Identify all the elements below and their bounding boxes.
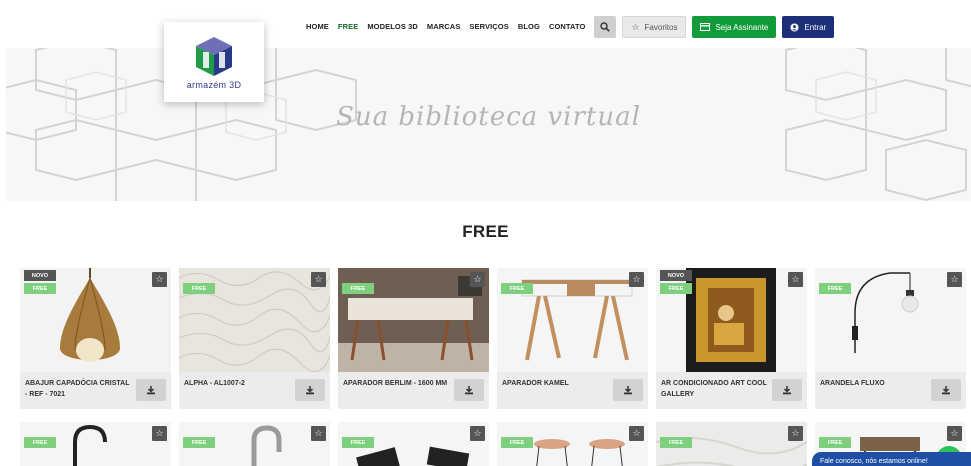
download-icon — [147, 386, 155, 395]
nav-modelos-3d[interactable]: MODELOS 3D — [367, 17, 418, 37]
hero-tagline: Sua biblioteca virtual — [336, 102, 641, 132]
free-badge: FREE — [819, 283, 851, 294]
favorite-star-icon[interactable]: ☆ — [470, 426, 485, 441]
favorites-button[interactable]: ☆ Favoritos — [622, 16, 687, 38]
favorite-star-icon[interactable]: ☆ — [629, 426, 644, 441]
favorite-star-icon[interactable]: ☆ — [311, 426, 326, 441]
favorite-star-icon[interactable]: ☆ — [629, 272, 644, 287]
nav-contato[interactable]: CONTATO — [549, 17, 586, 37]
nav-blog[interactable]: BLOG — [518, 17, 540, 37]
free-badge: FREE — [501, 283, 533, 294]
favorites-label: Favoritos — [644, 22, 678, 32]
favorite-star-icon[interactable]: ☆ — [311, 272, 326, 287]
favorite-star-icon[interactable]: ☆ — [152, 426, 167, 441]
nav-home[interactable]: HOME — [306, 17, 329, 37]
logo-text: armazém 3D — [186, 80, 242, 90]
search-icon — [600, 22, 611, 32]
free-badge: FREE — [342, 283, 374, 294]
product-title[interactable]: APARADOR KAMEL — [502, 378, 610, 389]
product-title[interactable]: ALPHA - AL1007-2 — [184, 378, 292, 389]
favorite-star-icon[interactable]: ☆ — [152, 272, 167, 287]
free-badge: FREE — [183, 283, 215, 294]
product-card[interactable]: FREE ☆ — [656, 422, 807, 466]
product-info: ALPHA - AL1007-2 — [179, 372, 330, 409]
chat-widget[interactable]: Fale conosco, nós estamos online! — [812, 452, 971, 466]
new-badge: NOVO — [660, 270, 692, 281]
product-card[interactable]: FREE ☆ ALPHA - AL1007-2 — [179, 268, 330, 409]
favorite-star-icon[interactable]: ☆ — [788, 272, 803, 287]
subscribe-label: Seja Assinante — [715, 22, 769, 32]
login-button[interactable]: Entrar — [782, 16, 835, 38]
product-card[interactable]: FREE ☆ APARADOR KAMEL — [497, 268, 648, 409]
download-icon — [465, 386, 473, 395]
product-info: ABAJUR CAPADÓCIA CRISTAL - REF - 7021 — [20, 372, 171, 409]
product-info: ARANDELA FLUXO — [815, 372, 966, 409]
product-card[interactable]: FREE ☆ — [338, 422, 489, 466]
top-navigation-bar: HOME FREE MODELOS 3D MARCAS SERVIÇOS BLO… — [0, 0, 971, 48]
download-icon — [783, 386, 791, 395]
nav-free[interactable]: FREE — [338, 17, 358, 37]
product-title[interactable]: AR CONDICIONADO ART COOL GALLERY — [661, 378, 769, 400]
free-badge: FREE — [501, 437, 533, 448]
chat-text: Fale conosco, nós estamos online! — [820, 458, 928, 465]
login-label: Entrar — [804, 22, 827, 32]
main-nav: HOME FREE MODELOS 3D MARCAS SERVIÇOS BLO… — [306, 16, 835, 38]
download-button[interactable] — [454, 379, 484, 401]
free-badge: FREE — [660, 437, 692, 448]
cube-logo-icon — [196, 37, 232, 76]
product-card[interactable]: NOVO FREE ☆ ABAJUR CAPADÓCIA CRISTAL - R… — [20, 268, 171, 409]
download-button[interactable] — [295, 379, 325, 401]
free-badge: FREE — [24, 437, 56, 448]
product-title[interactable]: APARADOR BERLIM - 1600 MM — [343, 378, 451, 389]
user-circle-icon — [790, 22, 799, 32]
section-title: FREE — [462, 222, 509, 241]
download-button[interactable] — [613, 379, 643, 401]
product-title[interactable]: ABAJUR CAPADÓCIA CRISTAL - REF - 7021 — [25, 378, 133, 400]
product-info: AR CONDICIONADO ART COOL GALLERY — [656, 372, 807, 409]
download-button[interactable] — [136, 379, 166, 401]
nav-marcas[interactable]: MARCAS — [427, 17, 461, 37]
credit-card-icon — [700, 23, 711, 31]
download-button[interactable] — [931, 379, 961, 401]
favorite-star-icon[interactable]: ☆ — [947, 426, 962, 441]
product-info: APARADOR BERLIM - 1600 MM — [338, 372, 489, 409]
product-card[interactable]: FREE ☆ APARADOR BERLIM - 1600 MM — [338, 268, 489, 409]
product-card[interactable]: FREE ☆ — [179, 422, 330, 466]
product-card[interactable]: FREE ☆ ARANDELA FLUXO — [815, 268, 966, 409]
free-badge: FREE — [24, 283, 56, 294]
free-badge: FREE — [660, 283, 692, 294]
subscribe-button[interactable]: Seja Assinante — [692, 16, 777, 38]
product-card[interactable]: FREE ☆ — [497, 422, 648, 466]
favorite-star-icon[interactable]: ☆ — [947, 272, 962, 287]
free-badge: FREE — [819, 437, 851, 448]
new-badge: NOVO — [24, 270, 56, 281]
hero-banner: Sua biblioteca virtual — [6, 40, 971, 201]
star-icon: ☆ — [631, 21, 640, 32]
free-badge: FREE — [342, 437, 374, 448]
product-title[interactable]: ARANDELA FLUXO — [820, 378, 928, 389]
search-button[interactable] — [594, 16, 617, 38]
favorite-star-icon[interactable]: ☆ — [470, 272, 485, 287]
download-button[interactable] — [772, 379, 802, 401]
product-card[interactable]: NOVO FREE ☆ AR CONDICIONADO ART COOL GAL… — [656, 268, 807, 409]
free-badge: FREE — [183, 437, 215, 448]
nav-servicos[interactable]: SERVIÇOS — [469, 17, 508, 37]
product-card[interactable]: FREE ☆ — [20, 422, 171, 466]
download-icon — [306, 386, 314, 395]
download-icon — [942, 386, 950, 395]
product-info: APARADOR KAMEL — [497, 372, 648, 409]
favorite-star-icon[interactable]: ☆ — [788, 426, 803, 441]
download-icon — [624, 386, 632, 395]
logo[interactable]: armazém 3D — [164, 22, 264, 102]
